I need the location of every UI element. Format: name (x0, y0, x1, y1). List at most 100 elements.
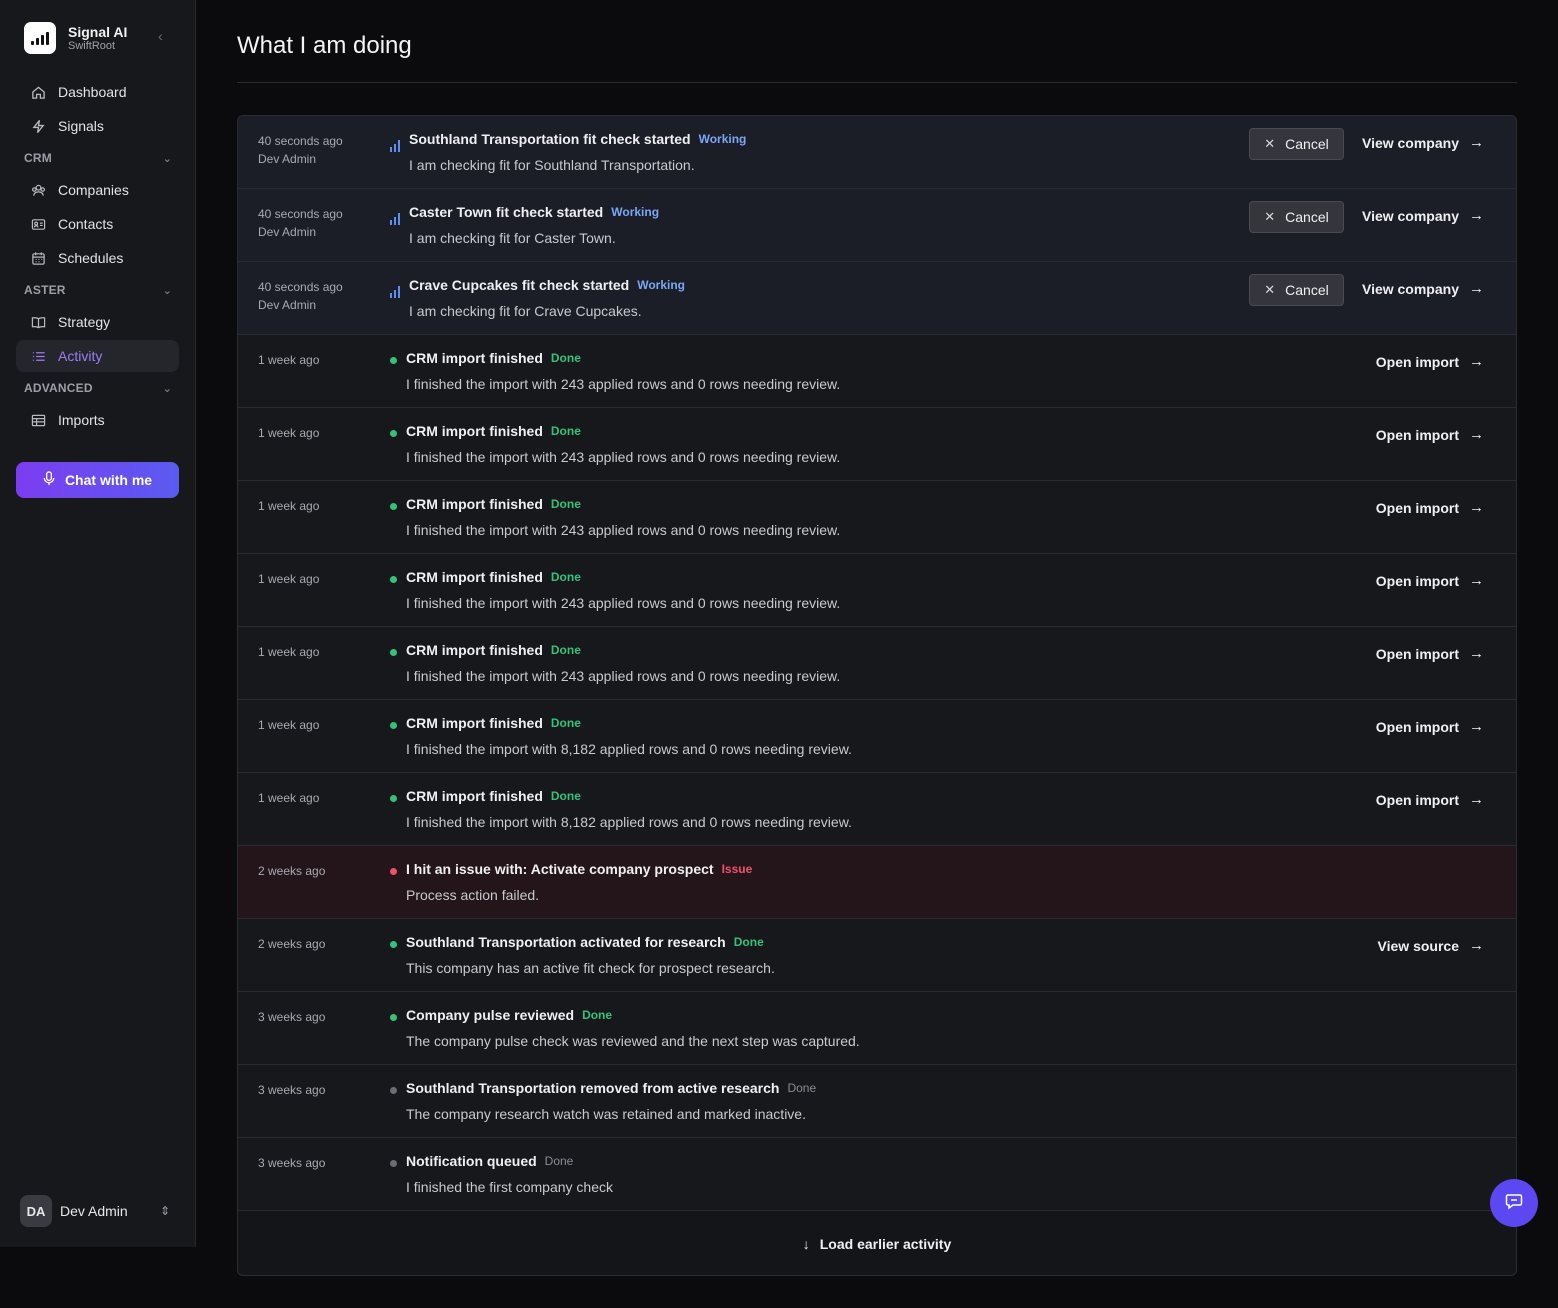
collapse-sidebar-icon[interactable]: ‹ (158, 28, 163, 44)
activity-row: 1 week ago CRM import finished Done I finis… (238, 700, 1516, 773)
row-action-link[interactable]: View company → (1362, 280, 1484, 297)
link-label: Open import (1375, 353, 1459, 370)
row-action-link[interactable]: View company → (1362, 134, 1484, 151)
microphone-icon (43, 471, 55, 489)
status-badge: Done (582, 1008, 613, 1022)
chat-with-me-button[interactable]: Chat with me (16, 462, 179, 498)
signal-bars-logo-icon (24, 22, 56, 54)
activity-time: 40 seconds ago Dev Admin (258, 132, 343, 168)
timestamp: 1 week ago (258, 572, 320, 586)
status-dot-icon (390, 722, 397, 729)
nav-activity[interactable]: Activity (16, 340, 179, 372)
load-earlier-activity-button[interactable]: ↓ Load earlier activity (238, 1212, 1516, 1275)
status-dot-icon (390, 576, 397, 583)
activity-description: The company pulse check was reviewed and… (406, 1033, 860, 1049)
chevron-down-icon: ⌄ (162, 382, 172, 395)
activity-row: 1 week ago CRM import finished Done I finis… (238, 773, 1516, 846)
row-action-link[interactable]: Open import → (1376, 791, 1484, 808)
activity-content: CRM import finished Done I finished the im… (406, 422, 840, 466)
cancel-label: Cancel (1285, 282, 1329, 298)
row-action-link[interactable]: Open import → (1376, 499, 1484, 516)
section-crm[interactable]: CRM ⌄ (24, 151, 172, 165)
status-dot-icon (390, 649, 397, 656)
activity-title: Company pulse reviewed (406, 1007, 575, 1023)
divider (237, 82, 1517, 83)
link-label: Open import (1375, 791, 1459, 808)
status-badge: Working (698, 132, 747, 146)
status-badge: Done (550, 424, 581, 438)
timestamp: 3 weeks ago (258, 1010, 326, 1024)
activity-time: 1 week ago (258, 424, 319, 442)
activity-row: 1 week ago CRM import finished Done I finis… (238, 408, 1516, 481)
nav-label: Strategy (58, 314, 111, 330)
cancel-button[interactable]: ✕ Cancel (1249, 274, 1344, 306)
row-action-link[interactable]: Open import → (1376, 645, 1484, 662)
section-aster[interactable]: ASTER ⌄ (24, 283, 172, 297)
arrow-right-icon: → (1469, 791, 1484, 808)
row-action-link[interactable]: Open import → (1376, 718, 1484, 735)
close-icon: ✕ (1264, 282, 1276, 297)
activity-content: CRM import finished Done I finished the im… (406, 495, 840, 539)
row-action-link[interactable]: View company → (1362, 207, 1484, 224)
activity-time: 3 weeks ago (258, 1154, 325, 1172)
activity-title: CRM import finished (406, 350, 543, 366)
row-action-link[interactable]: Open import → (1376, 353, 1484, 370)
chat-bubble-button[interactable] (1490, 1179, 1538, 1227)
chevron-down-icon: ⌄ (162, 152, 172, 165)
activity-content: CRM import finished Done I finished the im… (406, 349, 840, 393)
chat-button-label: Chat with me (64, 472, 153, 488)
actor-name: Dev Admin (258, 298, 317, 312)
activity-row: 1 week ago CRM import finished Done I finis… (238, 481, 1516, 554)
nav-companies[interactable]: Companies (16, 174, 179, 206)
list-icon (30, 348, 46, 364)
status-dot-icon (390, 357, 397, 364)
book-icon (30, 314, 46, 330)
nav-imports[interactable]: Imports (16, 404, 179, 436)
timestamp: 1 week ago (258, 645, 320, 659)
activity-time: 1 week ago (258, 789, 319, 807)
page-title: What I am doing (237, 32, 412, 59)
activity-content: CRM import finished Done I finished the im… (406, 568, 840, 612)
row-action-link[interactable]: Open import → (1376, 426, 1484, 443)
timestamp: 1 week ago (258, 499, 320, 513)
avatar: DA (20, 1195, 52, 1227)
cancel-button[interactable]: ✕ Cancel (1249, 128, 1344, 160)
nav-label: Contacts (58, 216, 114, 232)
status-badge: Issue (721, 862, 753, 876)
nav-schedules[interactable]: Schedules (16, 242, 179, 274)
nav-signals[interactable]: Signals (16, 110, 179, 142)
status-dot-icon (390, 1160, 397, 1167)
activity-row: 40 seconds ago Dev Admin Crave Cupcakes fi… (238, 262, 1516, 335)
activity-time: 1 week ago (258, 643, 319, 661)
activity-description: I finished the import with 243 applied r… (406, 376, 841, 392)
cancel-button[interactable]: ✕ Cancel (1249, 201, 1344, 233)
row-action-link[interactable]: View source → (1378, 937, 1484, 954)
user-menu[interactable]: DA Dev Admin ⇕ (20, 1195, 170, 1227)
nav-strategy[interactable]: Strategy (16, 306, 179, 338)
row-action-link[interactable]: Open import → (1376, 572, 1484, 589)
status-dot-icon (390, 1014, 397, 1021)
nav-contacts[interactable]: Contacts (16, 208, 179, 240)
sidebar: Signal AI SwiftRoot ‹ Dashboard Signals … (0, 0, 196, 1247)
timestamp: 1 week ago (258, 426, 320, 440)
timestamp: 3 weeks ago (258, 1156, 326, 1170)
nav-label: Signals (58, 118, 104, 134)
nav-label: Companies (58, 182, 129, 198)
brand[interactable]: Signal AI SwiftRoot (24, 22, 127, 54)
activity-time: 1 week ago (258, 351, 319, 369)
link-label: Open import (1375, 645, 1459, 662)
activity-title: CRM import finished (406, 715, 543, 731)
status-badge: Done (550, 497, 581, 511)
nav-dashboard[interactable]: Dashboard (16, 76, 179, 108)
org-name: SwiftRoot (68, 39, 116, 52)
link-label: View source (1377, 937, 1459, 954)
activity-title: Southland Transportation fit check start… (409, 131, 691, 147)
timestamp: 1 week ago (258, 718, 320, 732)
status-badge: Done (550, 716, 581, 730)
section-advanced[interactable]: ADVANCED ⌄ (24, 381, 172, 395)
app-name: Signal AI (68, 23, 128, 40)
timestamp: 40 seconds ago (258, 207, 343, 221)
building-icon (30, 182, 46, 198)
activity-time: 3 weeks ago (258, 1008, 325, 1026)
nav-label: Schedules (58, 250, 124, 266)
